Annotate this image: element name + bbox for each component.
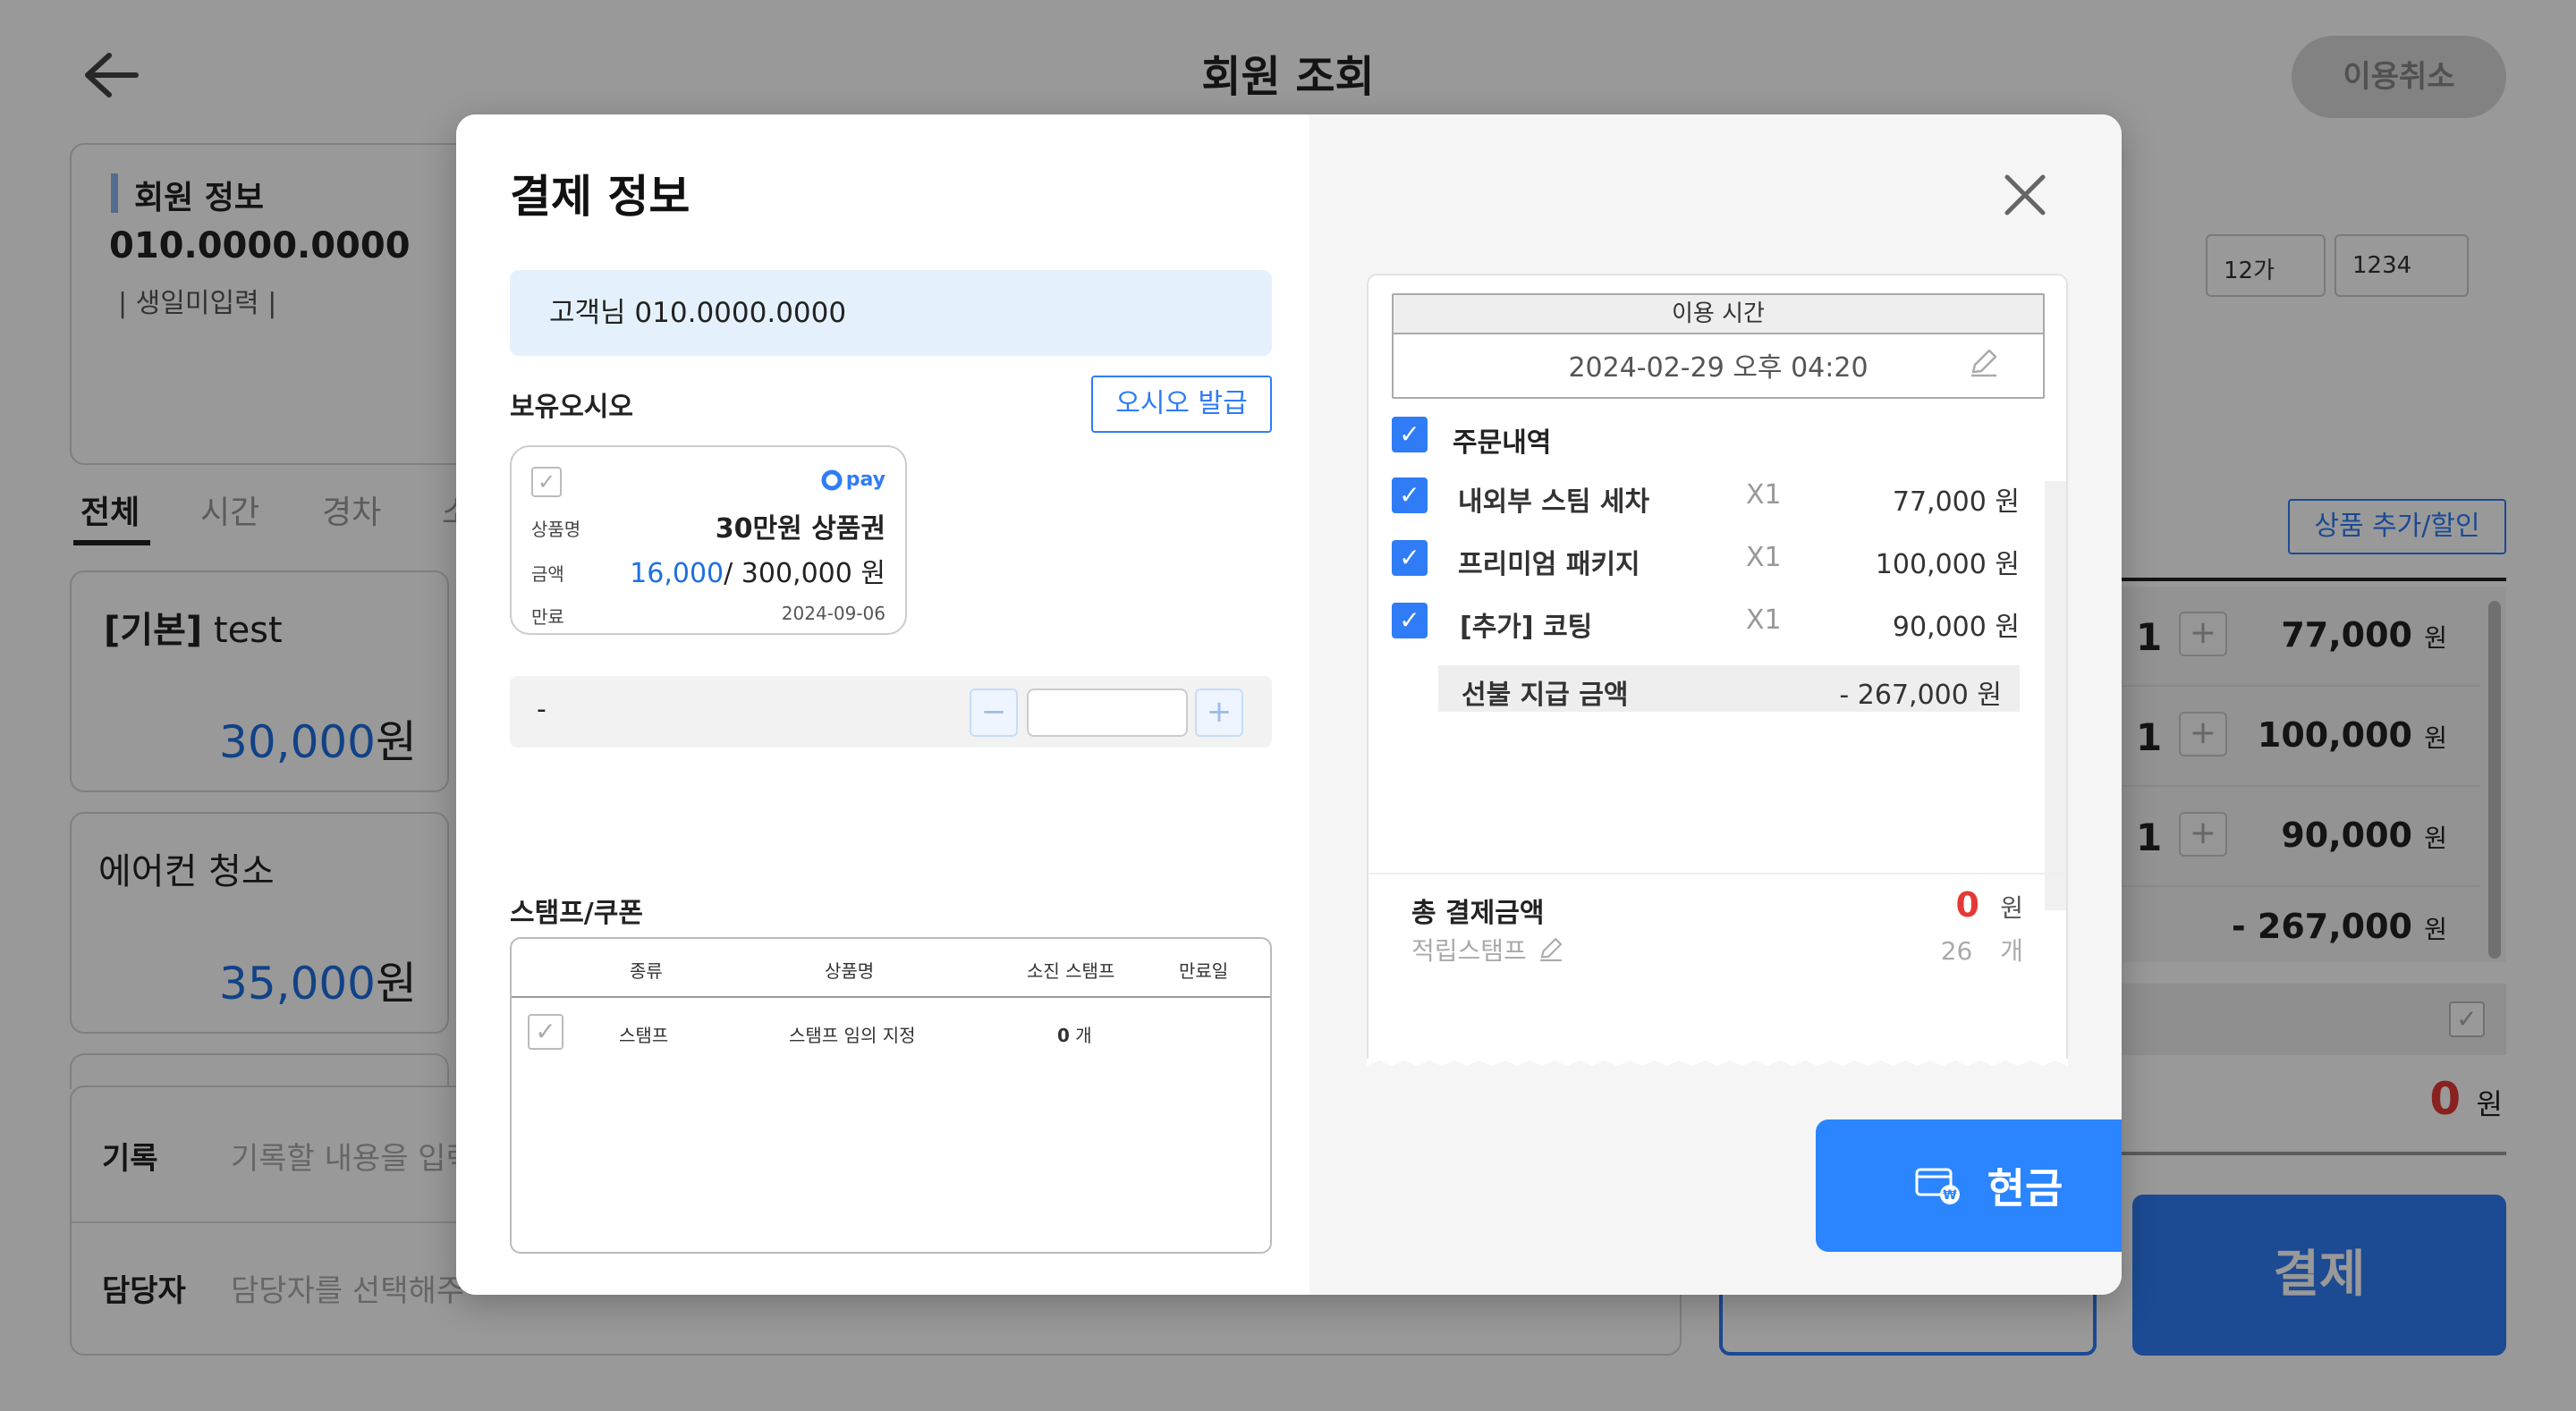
cash-icon: ₩	[1915, 1168, 1960, 1204]
total-amount-unit: 원	[2000, 893, 2023, 923]
order-item-price-unit: 원	[1995, 486, 2020, 518]
order-item-price: 90,000 원	[1893, 604, 2020, 644]
stamp-product: 스탬프 임의 지정	[789, 1025, 916, 1046]
customer-label: 고객님	[549, 297, 626, 329]
total-label: 총 결제금액	[1411, 898, 1545, 929]
col-used-stamp: 소진 스탬프	[1027, 960, 1115, 982]
order-item-price-value: 77,000	[1892, 486, 1987, 518]
stamp-section-title: 스탬프/쿠폰	[510, 898, 643, 929]
osio-section-title: 보유오시오	[510, 392, 633, 423]
plus-icon[interactable]: +	[1195, 689, 1243, 737]
receipt-zigzag-edge	[1367, 1059, 2068, 1073]
order-item-price-unit: 원	[1995, 549, 2020, 580]
point-amount-input[interactable]	[1027, 689, 1188, 737]
point-label: -	[537, 694, 547, 725]
modal-left-panel: 결제 정보 고객님 010.0000.0000 보유오시오 오시오 발급 ✓ p…	[456, 114, 1309, 1295]
order-all-checkbox[interactable]: ✓	[1392, 417, 1428, 452]
order-item-price-value: 90,000	[1892, 612, 1987, 643]
customer-banner: 고객님 010.0000.0000	[510, 270, 1272, 356]
order-item-price: 77,000 원	[1893, 479, 2020, 519]
stamp-used: 0 개	[1057, 1021, 1092, 1047]
modal-title: 결제 정보	[510, 171, 691, 223]
order-item-qty: X1	[1746, 479, 1782, 511]
order-item-price: 100,000 원	[1876, 542, 2020, 581]
order-item-checkbox[interactable]: ✓	[1392, 540, 1428, 576]
stamp-used-unit: 개	[1075, 1025, 1092, 1046]
voucher-card[interactable]: ✓ pay 상품명 30만원 상품권 금액 16,000/ 300,000 원 …	[510, 445, 907, 635]
stamp-earn-count: 26	[1940, 936, 1973, 966]
stamp-used-value: 0	[1057, 1025, 1070, 1046]
total-amount: 0 원	[1956, 885, 2023, 925]
col-expiry: 만료일	[1179, 960, 1229, 982]
receipt-divider	[1368, 873, 2066, 874]
receipt-scrollbar[interactable]	[2045, 481, 2066, 910]
col-product: 상품명	[825, 960, 875, 982]
edit-pencil-icon[interactable]	[1536, 934, 1566, 965]
prepaid-row: 선불 지급 금액 - 267,000 원	[1438, 665, 2020, 712]
usage-time-box: 이용 시간 2024-02-29 오후 04:20	[1392, 293, 2045, 399]
total-amount-value: 0	[1955, 885, 1979, 925]
opay-logo-icon: pay	[821, 469, 886, 491]
stamp-table-header: 종류 상품명 소진 스탬프 만료일	[512, 939, 1270, 998]
prepaid-value-text: - 267,000	[1839, 680, 1969, 711]
voucher-amount-label: 금액	[531, 563, 564, 585]
opay-logo-text: pay	[845, 469, 886, 491]
voucher-expiry-label: 만료	[531, 606, 564, 628]
edit-pencil-icon[interactable]	[1966, 345, 2002, 381]
order-item-name: 프리미엄 패키지	[1458, 549, 1640, 580]
stamp-table: 종류 상품명 소진 스탬프 만료일 ✓ 스탬프 스탬프 임의 지정 0 개	[510, 937, 1272, 1254]
order-header: 주문내역	[1453, 427, 1552, 459]
order-item-name: 내외부 스팀 세차	[1458, 486, 1650, 518]
stamp-earn-unit: 개	[2000, 936, 2023, 966]
voucher-name-label: 상품명	[531, 519, 581, 540]
usage-time-header: 이용 시간	[1394, 295, 2043, 334]
modal-right-panel: 이용 시간 2024-02-29 오후 04:20 ✓ 주문내역 ✓ 내외부 스…	[1309, 114, 2122, 1295]
voucher-checkbox[interactable]: ✓	[531, 467, 562, 497]
stamp-row-checkbox[interactable]: ✓	[528, 1014, 564, 1050]
prepaid-value: - 267,000 원	[1839, 672, 2002, 712]
order-receipt: 이용 시간 2024-02-29 오후 04:20 ✓ 주문내역 ✓ 내외부 스…	[1367, 274, 2068, 1073]
voucher-amount-used: 16,000	[630, 558, 724, 589]
stamp-earn-value: 26 개	[1941, 932, 2023, 967]
order-item-price-unit: 원	[1995, 612, 2020, 643]
payment-info-modal: 결제 정보 고객님 010.0000.0000 보유오시오 오시오 발급 ✓ p…	[456, 114, 2122, 1295]
order-item-price-value: 100,000	[1875, 549, 1987, 580]
order-item-qty: X1	[1746, 542, 1782, 573]
order-item-name: [추가] 코팅	[1460, 604, 1592, 644]
voucher-amount: 16,000/ 300,000 원	[630, 551, 886, 590]
close-icon[interactable]	[1998, 168, 2052, 222]
svg-text:₩: ₩	[1943, 1188, 1957, 1203]
order-item-name-text: 코팅	[1543, 612, 1593, 643]
usage-time-value: 2024-02-29 오후 04:20	[1568, 352, 1868, 384]
voucher-amount-total: / 300,000 원	[724, 558, 886, 589]
stamp-earn-text: 적립스탬프	[1411, 936, 1527, 966]
table-row[interactable]: ✓ 스탬프 스탬프 임의 지정 0 개	[512, 1001, 1270, 1064]
stamp-earn-label: 적립스탬프	[1411, 932, 1566, 967]
order-item-prefix: [추가]	[1460, 612, 1534, 643]
prepaid-unit: 원	[1977, 680, 2002, 711]
order-item-checkbox[interactable]: ✓	[1392, 477, 1428, 513]
col-type: 종류	[630, 960, 663, 982]
cash-button[interactable]: ₩ 현금	[1816, 1120, 2122, 1252]
voucher-expiry: 2024-09-06	[781, 603, 886, 624]
voucher-name: 30만원 상품권	[715, 513, 886, 545]
point-use-row: - − +	[510, 676, 1272, 748]
order-item-qty: X1	[1746, 604, 1782, 636]
order-item-checkbox[interactable]: ✓	[1392, 603, 1428, 638]
osio-issue-button[interactable]: 오시오 발급	[1091, 376, 1272, 433]
cash-button-label: 현금	[1987, 1164, 2063, 1212]
prepaid-label: 선불 지급 금액	[1462, 680, 1629, 711]
customer-phone: 010.0000.0000	[634, 297, 847, 329]
stamp-type: 스탬프	[619, 1025, 669, 1046]
minus-icon[interactable]: −	[970, 689, 1018, 737]
